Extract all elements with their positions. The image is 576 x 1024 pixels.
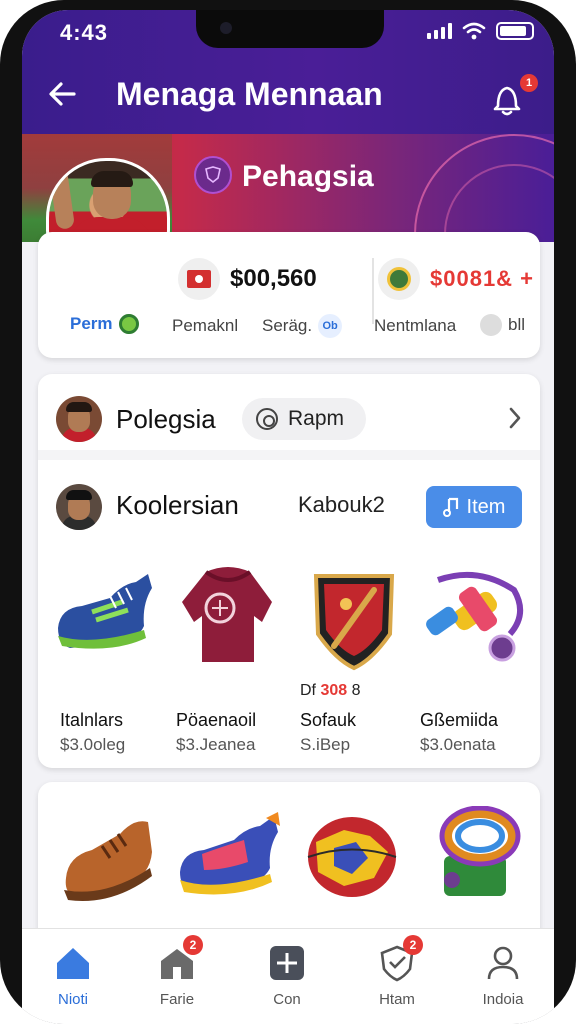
product-item[interactable]: Gßemiida $3.0enata [420, 710, 538, 755]
status-time: 4:43 [60, 20, 109, 45]
store-icon: 2 [157, 935, 203, 983]
product-price: $3.Jeanea [176, 735, 256, 754]
product-name: Italnlars [60, 710, 124, 730]
points-chip[interactable]: $0081& + [378, 258, 534, 300]
bottom-tab-bar: Nioti 2 Farie Con 2 Htam Indoia [22, 928, 554, 1024]
hero-title: Pehagsia [242, 160, 374, 193]
tab-label: Farie [159, 991, 195, 1008]
stats-card: $00,560 $0081& + Perm Pemaknl Seräg. Ob … [38, 232, 540, 358]
item-tag-suffix: 8 [351, 682, 361, 699]
pemaknl-label: Pemaknl [172, 316, 239, 335]
info-dot-icon [480, 314, 502, 336]
phone-frame: 4:43 Menaga Mennaan 1 Pehagsia $00,560 $… [0, 0, 576, 1024]
camera-notch [196, 10, 384, 48]
nentmlana-extra: bll [480, 314, 525, 336]
tab-profile[interactable]: Indoia [458, 943, 548, 1008]
profile-avatar[interactable] [56, 396, 102, 442]
tab-label: Nioti [57, 991, 88, 1008]
profile-name: Polegsia [116, 404, 216, 434]
nentmlana-label: Nentmlana [374, 316, 457, 335]
stats-divider [372, 258, 374, 324]
notification-badge: 1 [520, 74, 538, 92]
jersey-icon[interactable] [176, 562, 280, 668]
app-header: 4:43 Menaga Mennaan 1 [22, 10, 554, 140]
tab-home[interactable]: Nioti [28, 943, 118, 1008]
tab-badge: 2 [403, 935, 423, 955]
serag-label-text: Seräg. [262, 316, 313, 335]
tab-label: Htam [379, 991, 415, 1008]
rapm-button[interactable]: Rapm [242, 398, 367, 440]
product-price: S.iBep [300, 735, 351, 754]
item-button[interactable]: Item [426, 486, 522, 528]
club-crest-icon [194, 156, 232, 194]
product-name: Sofauk [300, 710, 357, 730]
flag-icon [178, 258, 220, 300]
product-price: $3.0oleg [60, 735, 126, 754]
collection-avatar[interactable] [56, 484, 102, 530]
collection-title: Koolersian [116, 490, 239, 520]
perm-label[interactable]: Perm [70, 314, 139, 334]
tab-label: Indoia [482, 991, 524, 1008]
product-name: Pöaenaoil [176, 710, 257, 730]
tab-create[interactable]: Con [242, 943, 332, 1008]
tab-store[interactable]: 2 Farie [132, 935, 222, 1008]
app-screen: 4:43 Menaga Mennaan 1 Pehagsia $00,560 $… [22, 10, 554, 1024]
section-divider [38, 450, 540, 460]
shield-badge-icon[interactable] [310, 564, 398, 672]
boot-icon[interactable] [56, 806, 156, 906]
ball-icon[interactable] [304, 812, 400, 902]
shield-heart-icon: 2 [377, 935, 423, 983]
tab-label: Con [273, 991, 301, 1008]
product-item[interactable]: Italnlars $3.0oleg [60, 710, 178, 755]
status-icons [427, 22, 534, 40]
perm-label-text: Perm [70, 314, 113, 333]
accessory-icon[interactable] [418, 570, 528, 666]
sneaker-icon[interactable] [52, 564, 156, 660]
balance-value: $00,560 [230, 265, 317, 292]
rapm-button-label: Rapm [288, 407, 345, 430]
product-name: Gßemiida [420, 710, 499, 730]
collection-card: Polegsia Rapm Koolersian Kabouk2 Item Df… [38, 374, 540, 768]
plus-box-icon [267, 943, 307, 983]
balance-chip[interactable]: $00,560 [178, 258, 317, 300]
coin-icon [378, 258, 420, 300]
tab-favorites[interactable]: 2 Htam [352, 935, 442, 1008]
tab-badge: 2 [183, 935, 203, 955]
collection-subtitle: Kabouk2 [298, 492, 385, 517]
profile-icon [483, 943, 523, 983]
status-dot-icon [118, 314, 139, 334]
nentmlana-suffix: bll [508, 315, 526, 334]
music-note-icon [442, 497, 458, 517]
item-button-label: Item [466, 495, 506, 518]
back-arrow-icon[interactable] [44, 76, 80, 112]
serag-label: Seräg. Ob [262, 314, 343, 338]
product-item[interactable]: Sofauk S.iBep [300, 710, 418, 755]
item-tag-value: 308 [320, 682, 348, 699]
home-icon [53, 943, 93, 983]
cellular-signal-icon [427, 23, 452, 39]
points-value: $0081& + [430, 266, 535, 291]
target-icon [256, 408, 278, 430]
serag-badge: Ob [318, 314, 343, 338]
product-price: $3.0enata [420, 735, 496, 754]
page-title: Menaga Mennaan [116, 76, 383, 112]
battery-icon [496, 22, 534, 40]
product-item[interactable]: Pöaenaoil $3.Jeanea [176, 710, 294, 755]
item-tag: Df 308 8 [300, 682, 361, 700]
more-items-card [38, 782, 540, 942]
chevron-right-icon[interactable] [508, 406, 522, 430]
colorful-sneaker-icon[interactable] [174, 810, 284, 904]
item-tag-prefix: Df [300, 682, 316, 699]
wifi-icon [462, 22, 486, 40]
wristband-icon[interactable] [430, 806, 526, 906]
